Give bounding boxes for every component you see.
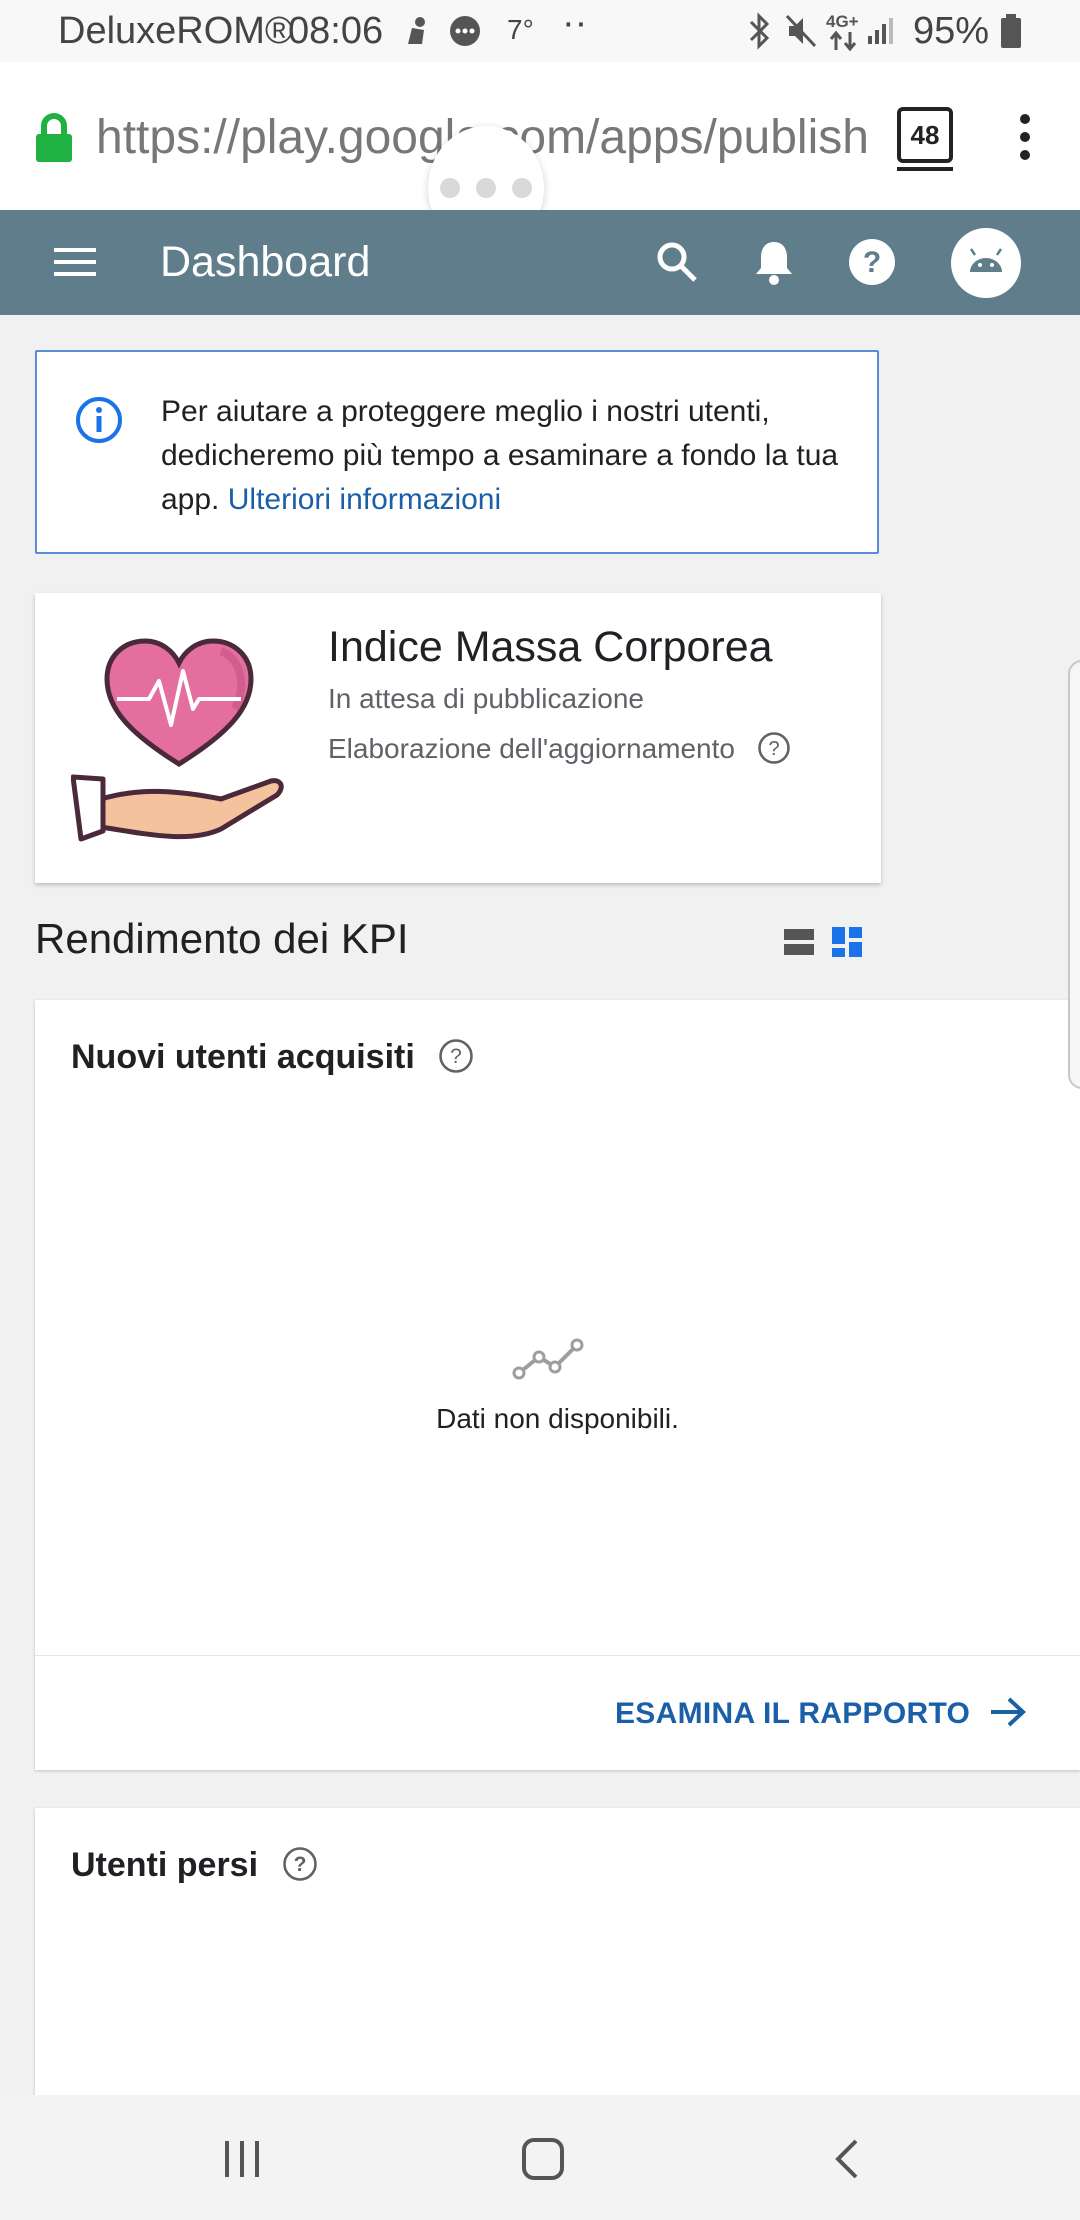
- battery-icon: [1001, 14, 1021, 48]
- info-banner: Per aiutare a proteggere meglio i nostri…: [35, 350, 879, 554]
- secure-lock-icon[interactable]: [34, 112, 74, 164]
- kpi-section-title: Rendimento dei KPI: [35, 915, 409, 962]
- kpi-card-title-text: Nuovi utenti acquisiti: [71, 1038, 415, 1076]
- info-icon: [76, 397, 122, 443]
- app-update-status: Elaborazione dell'aggiornamento ?: [328, 731, 791, 768]
- learn-more-link[interactable]: Ulteriori informazioni: [228, 483, 501, 516]
- page-title: Dashboard: [160, 238, 371, 286]
- system-navigation-bar: [0, 2095, 1080, 2220]
- recent-apps-icon[interactable]: [222, 2139, 262, 2179]
- signal-icon: [868, 18, 893, 44]
- view-report-label: ESAMINA IL RAPPORTO: [615, 1697, 971, 1730]
- kpi-card-title: Nuovi utenti acquisiti ?: [71, 1038, 474, 1077]
- processing-label: Elaborazione dell'aggiornamento: [328, 733, 735, 764]
- status-time: 08:06: [288, 10, 384, 52]
- bluetooth-icon: [749, 12, 770, 50]
- browser-url-bar: https://play.google.com/apps/publish 48: [0, 62, 1080, 250]
- banner-message: Per aiutare a proteggere meglio i nostri…: [161, 390, 851, 522]
- status-bar: DeluxeROM® 08:06 7° ·· 4G+ 95%: [0, 0, 1080, 62]
- help-circle-icon[interactable]: ?: [438, 1038, 474, 1074]
- svg-text:?: ?: [450, 1045, 462, 1068]
- account-avatar[interactable]: [951, 228, 1021, 298]
- back-icon[interactable]: [832, 2137, 862, 2181]
- more-notifications-icon: ··: [562, 2, 588, 44]
- search-icon[interactable]: [655, 240, 699, 284]
- arrow-right-icon: [990, 1697, 1026, 1727]
- svg-text:?: ?: [768, 738, 779, 760]
- notification-icon: [408, 17, 425, 44]
- data-arrows-icon: [829, 30, 857, 52]
- help-circle-icon[interactable]: ?: [282, 1846, 318, 1882]
- network-type: 4G+: [826, 12, 859, 31]
- svg-text:?: ?: [293, 1853, 306, 1876]
- kpi-card-title-text: Utenti persi: [71, 1846, 259, 1884]
- notifications-bell-icon[interactable]: [753, 238, 795, 286]
- app-icon-heart-hand: [71, 638, 284, 842]
- status-temperature: 7°: [507, 14, 534, 45]
- no-data-chart-icon: [512, 1338, 584, 1380]
- browser-menu-icon[interactable]: [1010, 112, 1040, 162]
- app-card[interactable]: Indice Massa Corporea In attesa di pubbl…: [35, 593, 881, 883]
- side-panel-handle[interactable]: [1068, 660, 1080, 1089]
- app-bar: Dashboard ?: [0, 210, 1080, 315]
- view-report-button[interactable]: ESAMINA IL RAPPORTO: [615, 1697, 1027, 1732]
- home-icon[interactable]: [521, 2137, 565, 2181]
- list-view-icon[interactable]: [784, 927, 814, 957]
- help-circle-icon[interactable]: ?: [757, 731, 791, 765]
- help-icon[interactable]: ?: [848, 238, 896, 286]
- card-divider: [35, 1655, 1080, 1656]
- chat-icon: [450, 16, 480, 46]
- tab-switcher-button[interactable]: 48: [897, 107, 953, 171]
- grid-view-icon[interactable]: [832, 927, 862, 957]
- svg-text:?: ?: [863, 246, 881, 279]
- mute-icon: [785, 14, 817, 48]
- status-carrier: DeluxeROM®: [58, 10, 293, 52]
- kpi-card-new-users: Nuovi utenti acquisiti ? Dati non dispon…: [35, 1000, 1080, 1770]
- menu-icon[interactable]: [54, 246, 96, 278]
- app-name: Indice Massa Corporea: [328, 623, 773, 671]
- no-data-message: Dati non disponibili.: [436, 1403, 679, 1434]
- kpi-card-lost-users: Utenti persi ?: [35, 1808, 1080, 2108]
- battery-percent: 95%: [913, 10, 990, 52]
- app-publish-status: In attesa di pubblicazione: [328, 683, 644, 714]
- kpi-card-title: Utenti persi ?: [71, 1846, 318, 1885]
